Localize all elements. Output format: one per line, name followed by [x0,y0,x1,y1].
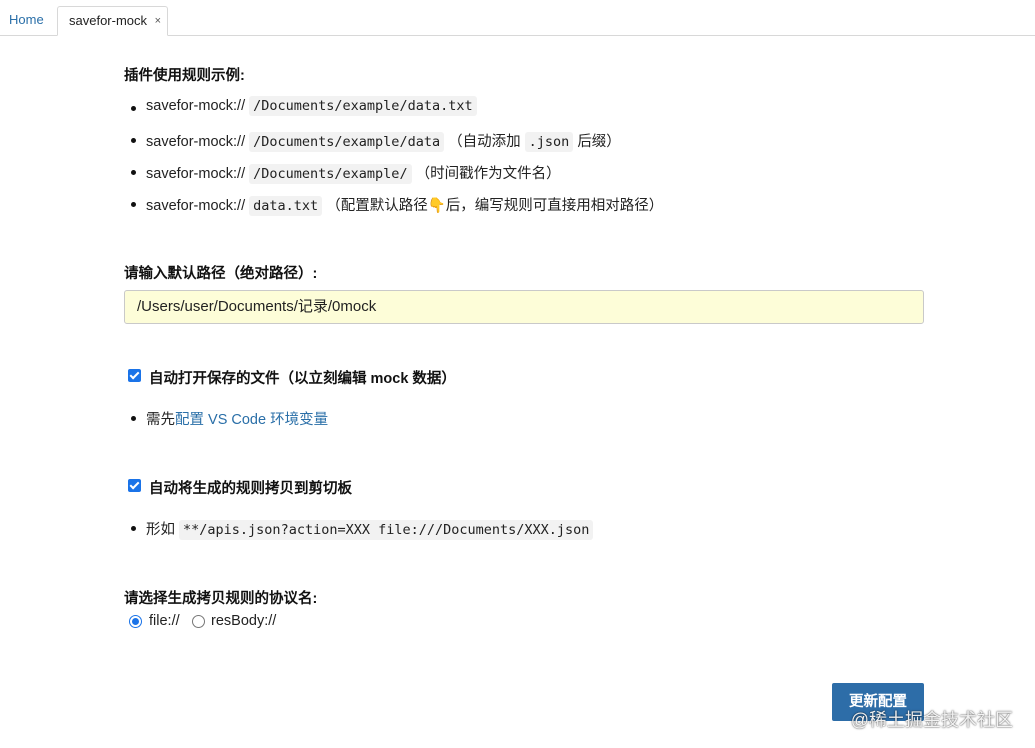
default-path-label: 请输入默认路径（绝对路径）: [124,266,318,282]
radio-resbody[interactable] [192,615,205,628]
example-code: /Documents/example/data [249,132,445,152]
example-prefix: savefor-mock:// [146,166,246,182]
radio-resbody-label: resBody:// [211,613,277,629]
radio-file[interactable] [129,615,142,628]
example-item: savefor-mock:// /Documents/example/ （时间戳… [146,162,561,184]
bullet-icon [131,202,136,207]
default-path-input[interactable]: /Users/user/Documents/记录/0mock [124,290,924,324]
bullet-icon [131,138,136,143]
example-code: /Documents/example/data.txt [249,96,477,116]
bullet-icon [131,106,136,111]
bullet-icon [131,416,136,421]
example-prefix: savefor-mock:// [146,134,246,150]
tab-home[interactable]: Home [0,6,54,36]
radio-file-label: file:// [149,613,180,629]
auto-copy-checkbox[interactable] [128,479,141,492]
vscode-config-link[interactable]: 配置 VS Code 环境变量 [175,412,328,428]
tab-bar: Home savefor-mock × [0,0,1035,36]
example-prefix: savefor-mock:// [146,198,246,214]
hint-prefix: 需先 [146,412,175,428]
example-note-suffix: 后缀） [577,134,621,150]
auto-open-checkbox[interactable] [128,369,141,382]
example-code: data.txt [249,196,323,216]
auto-open-label: 自动打开保存的文件（以立刻编辑 mock 数据） [149,371,456,387]
watermark: @稀土掘金技术社区 [850,710,1013,730]
example-note: （自动添加 [448,134,521,150]
examples-heading: 插件使用规则示例: [124,68,245,84]
example-item: savefor-mock:// data.txt （配置默认路径👇后，编写规则可… [146,194,664,216]
example-note: （时间戳作为文件名） [415,166,561,182]
bullet-icon [131,170,136,175]
example-item: savefor-mock:// /Documents/example/data … [146,130,621,152]
example-code-extension: .json [524,132,574,152]
example-item: savefor-mock:// /Documents/example/data.… [146,96,477,116]
tab-label: savefor-mock [69,13,148,28]
example-code: /Documents/example/ [249,164,412,184]
close-icon[interactable]: × [155,7,161,35]
hint-code: **/apis.json?action=XXX file:///Document… [179,520,594,540]
auto-copy-hint: 形如 **/apis.json?action=XXX file:///Docum… [146,518,594,540]
hint-prefix: 形如 [146,522,175,538]
tab-savefor-mock[interactable]: savefor-mock × [57,6,168,36]
auto-open-hint: 需先配置 VS Code 环境变量 [146,408,328,429]
bullet-icon [131,526,136,531]
protocol-label: 请选择生成拷贝规则的协议名: [124,591,318,607]
example-prefix: savefor-mock:// [146,98,246,114]
auto-copy-label: 自动将生成的规则拷贝到剪切板 [149,481,352,497]
example-note: （配置默认路径👇后，编写规则可直接用相对路径） [326,198,664,214]
